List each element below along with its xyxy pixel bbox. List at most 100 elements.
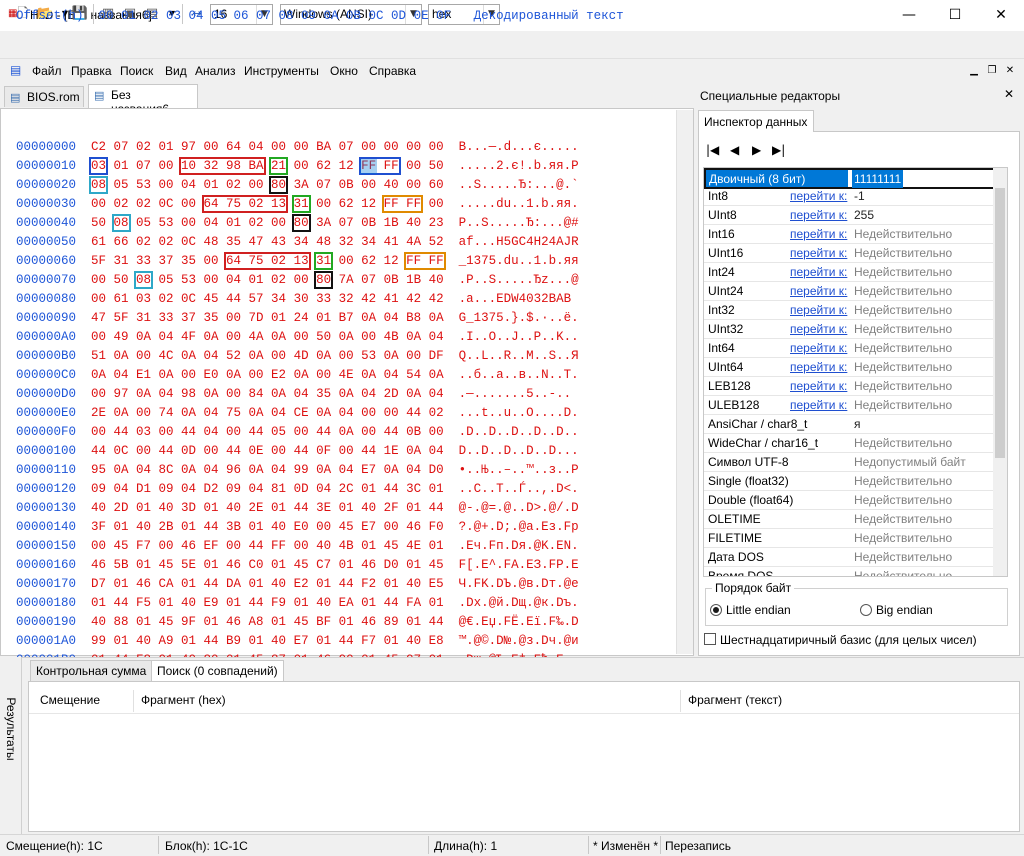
inspector-value[interactable]: я [854,415,861,433]
hex-row[interactable]: 000001A0 99 01 40 A9 01 44 B9 01 40 E7 0… [16,632,579,651]
row-decoded-text[interactable]: P..S.....Ђ:...@# [459,216,579,230]
inspector-row[interactable]: FILETIME Недействительно [704,529,996,548]
previous-icon[interactable]: ◀ [730,143,739,157]
row-hex-bytes[interactable]: 51 0A 00 4C 0A 04 52 0A 00 4D 0A 00 53 0… [91,349,444,363]
row-decoded-text[interactable]: .....du..1.b.яя. [459,197,579,211]
tab-search-results[interactable]: Поиск (0 совпадений) [151,660,284,681]
inspector-value[interactable]: Недействительно [854,510,952,528]
inspector-value[interactable]: Недействительно [854,339,952,357]
inspector-value[interactable]: 255 [854,206,874,224]
row-decoded-text[interactable]: ™.@©.D№.@з.Dч.@и [459,634,579,648]
menu-window[interactable]: Окно [330,64,358,78]
row-decoded-text[interactable]: .I..O..J..P..K.. [459,330,579,344]
hex-scrollbar[interactable] [676,110,693,654]
row-hex-bytes[interactable]: 3F 01 40 2B 01 44 3B 01 40 E0 00 45 E7 0… [91,520,444,534]
row-hex-bytes[interactable]: 47 5F 31 33 37 35 00 7D 01 24 01 B7 0A 0… [91,311,444,325]
row-decoded-text[interactable]: @€.Eџ.FЁ.Eї.F‰.D [459,615,579,629]
hex-row[interactable]: 00000150 00 45 F7 00 46 EF 00 44 FF 00 4… [16,537,579,556]
tab-checksum[interactable]: Контрольная сумма [30,660,153,681]
row-decoded-text[interactable]: B...—.d...є..... [459,140,579,154]
first-icon[interactable]: |◀ [706,143,719,157]
row-decoded-text[interactable]: Q..L..R..M..S..Я [459,349,579,363]
row-decoded-text[interactable]: D..D..D..D..D... [459,444,579,458]
hex-row[interactable]: 00000050 61 66 02 02 0C 48 35 47 43 34 4… [16,233,579,252]
little-endian-radio[interactable] [710,604,722,616]
hex-row[interactable]: 000000F0 00 44 03 00 44 04 00 44 05 00 4… [16,423,579,442]
row-decoded-text[interactable]: Ч.FK.DЪ.@в.Dт.@е [459,577,579,591]
hex-row[interactable]: 00000120 09 04 D1 09 04 D2 09 04 81 0D 0… [16,480,579,499]
inspector-value[interactable]: Недопустимый байт [854,453,966,471]
inspector-value[interactable]: Недействительно [854,263,952,281]
menu-view[interactable]: Вид [165,64,187,78]
hex-row[interactable]: 000000E0 2E 0A 00 74 0A 04 75 0A 04 CE 0… [16,404,579,423]
tab-untitled6[interactable]: ▤Без названия6 [88,84,198,116]
menu-tools[interactable]: Инструменты [244,64,319,78]
hex-row[interactable]: 00000180 01 44 F5 01 40 E9 01 44 F9 01 4… [16,594,579,613]
inspector-row[interactable]: UInt24 перейти к: Недействительно [704,282,996,301]
row-hex-bytes[interactable]: 00 97 0A 04 98 0A 00 84 0A 04 35 0A 04 2… [91,387,444,401]
row-hex-bytes[interactable]: 50 08 05 53 00 04 01 02 00 80 3A 07 0B 1… [91,216,444,230]
inspector-row[interactable]: LEB128 перейти к: Недействительно [704,377,996,396]
scroll-thumb[interactable] [995,188,1005,458]
inspector-value[interactable]: Недействительно [854,244,952,262]
goto-link[interactable]: перейти к: [790,187,847,205]
goto-link[interactable]: перейти к: [790,396,847,414]
menu-search[interactable]: Поиск [120,64,153,78]
row-decoded-text[interactable]: .Eч.Fп.Dя.@K.EN. [459,539,579,553]
little-endian-label[interactable]: Little endian [726,603,791,617]
goto-link[interactable]: перейти к: [790,244,847,262]
goto-link[interactable]: перейти к: [790,377,847,395]
hex-row[interactable]: 00000170 D7 01 46 CA 01 44 DA 01 40 E2 0… [16,575,579,594]
goto-link[interactable]: перейти к: [790,339,847,357]
column-fragment-hex[interactable]: Фрагмент (hex) [141,693,226,707]
row-decoded-text[interactable]: .—.......5..-.. [459,387,572,401]
row-hex-bytes[interactable]: 95 0A 04 8C 0A 04 96 0A 04 99 0A 04 E7 0… [91,463,444,477]
inspector-row[interactable]: Int32 перейти к: Недействительно [704,301,996,320]
hex-row[interactable]: 000000A0 00 49 0A 04 4F 0A 00 4A 0A 00 5… [16,328,579,347]
row-hex-bytes[interactable]: 40 2D 01 40 3D 01 40 2E 01 44 3E 01 40 2… [91,501,444,515]
hex-row[interactable]: 00000110 95 0A 04 8C 0A 04 96 0A 04 99 0… [16,461,579,480]
menu-edit[interactable]: Правка [71,64,112,78]
row-hex-bytes[interactable]: 09 04 D1 09 04 D2 09 04 81 0D 04 2C 01 4… [91,482,444,496]
row-decoded-text[interactable]: ...t..u..O....D. [459,406,579,420]
inspector-value[interactable]: Недействительно [854,529,952,547]
inspector-row[interactable]: UInt64 перейти к: Недействительно [704,358,996,377]
hex-row[interactable]: 00000000 C2 07 02 01 97 00 64 04 00 00 B… [16,138,579,157]
row-decoded-text[interactable]: ..С..Т..Ѓ..,.D<. [459,482,579,496]
hex-row[interactable]: 00000080 00 61 03 02 0C 45 44 57 34 30 3… [16,290,571,309]
inspector-value[interactable]: 11111111 [852,170,904,188]
row-hex-bytes[interactable]: 40 88 01 45 9F 01 46 A8 01 45 BF 01 46 8… [91,615,444,629]
row-hex-bytes[interactable]: 08 05 53 00 04 01 02 00 80 3A 07 0B 00 4… [91,178,444,192]
row-decoded-text[interactable]: ..б..а..в..N..T. [459,368,579,382]
inspector-row[interactable]: Single (float32) Недействительно [704,472,996,491]
mdi-minimize-button[interactable]: ▁ [967,64,981,78]
row-decoded-text[interactable]: _1375.du..1.b.яя [459,254,579,268]
row-decoded-text[interactable]: ?.@+.D;.@а.Eз.Fр [459,520,579,534]
inspector-row[interactable]: UInt32 перейти к: Недействительно [704,320,996,339]
goto-link[interactable]: перейти к: [790,358,847,376]
inspector-row[interactable]: Int8 перейти к: -1 [704,187,996,206]
row-hex-bytes[interactable]: 00 49 0A 04 4F 0A 00 4A 0A 00 50 0A 00 4… [91,330,444,344]
inspector-value[interactable]: Недействительно [854,301,952,319]
inspector-row[interactable]: Дата DOS Недействительно [704,548,996,567]
column-offset[interactable]: Смещение [40,693,100,707]
menu-file[interactable]: Файл [32,64,62,78]
big-endian-radio[interactable] [860,604,872,616]
inspector-value[interactable]: Недействительно [854,377,952,395]
inspector-row[interactable]: UInt8 перейти к: 255 [704,206,996,225]
maximize-button[interactable]: ☐ [932,0,978,30]
inspector-value[interactable]: Недействительно [854,358,952,376]
row-decoded-text[interactable]: @-.@=.@..D>.@/.D [459,501,579,515]
row-hex-bytes[interactable]: 00 61 03 02 0C 45 44 57 34 30 33 32 42 4… [91,292,444,306]
inspector-value[interactable]: Недействительно [854,396,952,414]
inspector-row[interactable]: Double (float64) Недействительно [704,491,996,510]
row-hex-bytes[interactable]: 46 5B 01 45 5E 01 46 C0 01 45 C7 01 46 D… [91,558,444,572]
inspector-value[interactable]: Недействительно [854,282,952,300]
goto-link[interactable]: перейти к: [790,320,847,338]
row-hex-bytes[interactable]: 44 0C 00 44 0D 00 44 0E 00 44 0F 00 44 1… [91,444,444,458]
inspector-row[interactable]: Время DOS Недействительно [704,567,996,576]
row-hex-bytes[interactable]: 01 44 F5 01 40 E9 01 44 F9 01 40 EA 01 4… [91,596,444,610]
goto-link[interactable]: перейти к: [790,206,847,224]
menu-help[interactable]: Справка [369,64,416,78]
row-decoded-text[interactable]: F[.E^.FA.EЗ.FР.E [459,558,579,572]
